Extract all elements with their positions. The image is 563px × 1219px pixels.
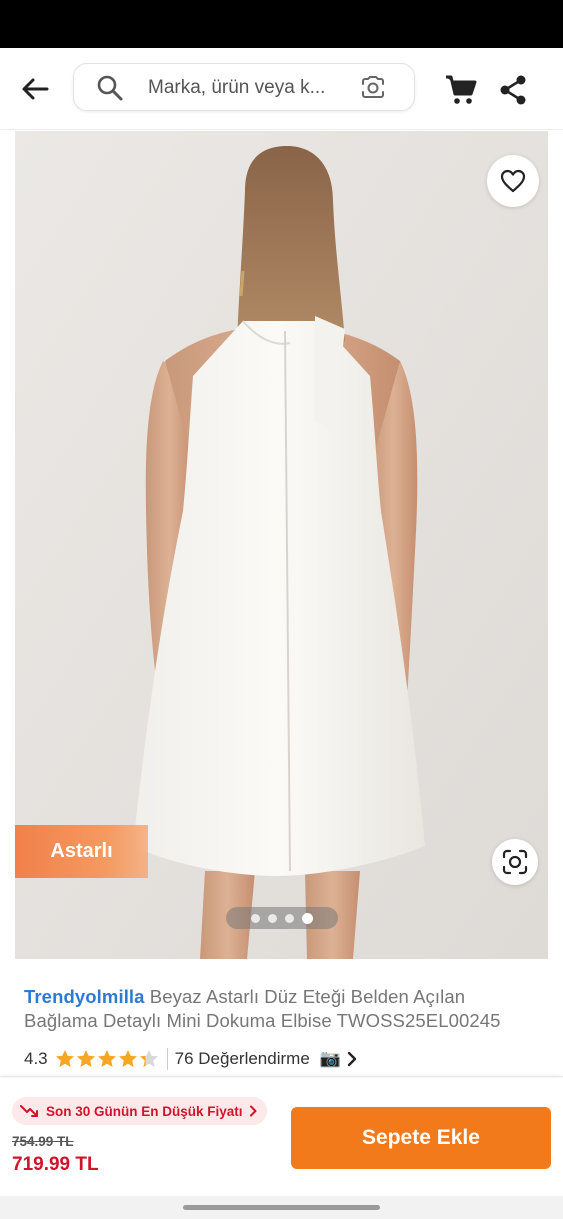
pagination-dot[interactable] bbox=[251, 913, 260, 923]
pagination-dot-active[interactable] bbox=[302, 912, 313, 924]
arrow-left-icon bbox=[22, 78, 49, 100]
chevron-right-icon bbox=[347, 1051, 357, 1067]
pagination-dot[interactable] bbox=[285, 913, 294, 923]
favorite-button[interactable] bbox=[487, 155, 539, 207]
star-rating bbox=[55, 1049, 159, 1069]
scan-lens-icon bbox=[502, 849, 528, 875]
cart-icon[interactable] bbox=[444, 74, 478, 106]
search-input[interactable] bbox=[148, 76, 348, 100]
brand-name[interactable]: Trendyolmilla bbox=[24, 986, 145, 1007]
search-icon bbox=[97, 75, 123, 101]
lowest-price-badge[interactable]: Son 30 Günün En Düşük Fiyatı bbox=[12, 1097, 267, 1125]
star-icon bbox=[55, 1050, 74, 1067]
home-indicator[interactable] bbox=[183, 1205, 380, 1210]
lowest-price-label: Son 30 Günün En Düşük Fiyatı bbox=[46, 1103, 243, 1119]
status-bar bbox=[0, 0, 563, 48]
product-title: Trendyolmilla Beyaz Astarlı Düz Eteği Be… bbox=[24, 985, 544, 1033]
review-count: 76 Değerlendirme bbox=[174, 1049, 310, 1068]
rating-row[interactable]: 4.3 76 Değerlendirme 📷 bbox=[24, 1048, 357, 1070]
trend-down-icon bbox=[20, 1105, 38, 1117]
top-bar bbox=[0, 48, 563, 130]
current-price: 719.99 TL bbox=[12, 1154, 99, 1175]
star-icon bbox=[97, 1050, 116, 1067]
star-icon bbox=[139, 1050, 158, 1067]
share-icon[interactable] bbox=[498, 74, 528, 106]
product-info: Trendyolmilla Beyaz Astarlı Düz Eteği Be… bbox=[0, 960, 563, 1077]
purchase-bar: Son 30 Günün En Düşük Fiyatı 754.99 TL 7… bbox=[0, 1078, 563, 1196]
camera-emoji-icon: 📷 bbox=[319, 1049, 341, 1068]
heart-icon bbox=[500, 169, 526, 193]
system-nav-area bbox=[0, 1196, 563, 1219]
visual-search-button[interactable] bbox=[492, 839, 538, 885]
old-price: 754.99 TL bbox=[12, 1134, 74, 1149]
add-to-cart-button[interactable]: Sepete Ekle bbox=[291, 1107, 551, 1169]
star-icon bbox=[76, 1050, 95, 1067]
divider bbox=[166, 1048, 168, 1070]
product-image-gallery[interactable]: Astarlı bbox=[15, 131, 548, 959]
back-button[interactable] bbox=[14, 70, 56, 108]
star-icon bbox=[118, 1050, 137, 1067]
lining-badge: Astarlı bbox=[15, 825, 148, 878]
camera-search-icon[interactable] bbox=[360, 75, 386, 101]
image-pagination[interactable] bbox=[226, 907, 338, 929]
search-box[interactable] bbox=[73, 63, 415, 111]
chevron-right-icon bbox=[249, 1105, 257, 1117]
lining-badge-label: Astarlı bbox=[50, 840, 113, 862]
rating-value: 4.3 bbox=[24, 1049, 48, 1068]
pagination-dot[interactable] bbox=[268, 913, 277, 923]
